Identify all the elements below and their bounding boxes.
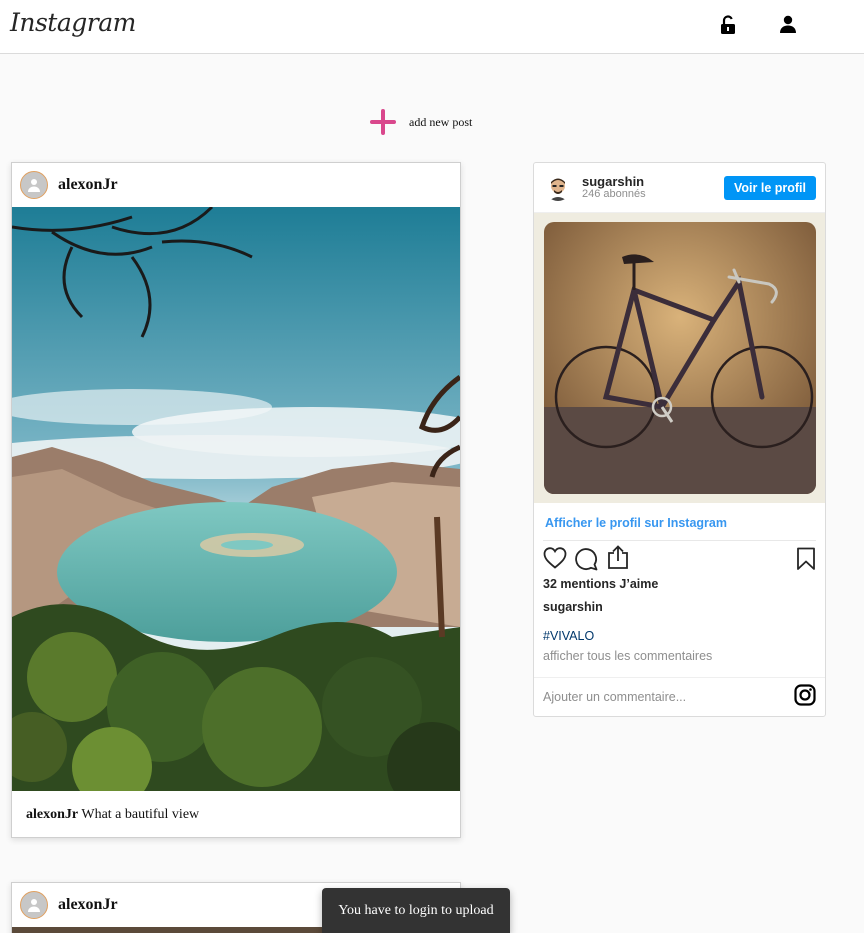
add-new-post-label: add new post: [409, 114, 473, 129]
embed-followers: 246 abonnés: [582, 187, 646, 200]
embed-likes[interactable]: 32 mentions J’aime: [534, 577, 825, 591]
comment-input[interactable]: Ajouter un commentaire...: [543, 690, 794, 704]
post-card: alexonJr: [11, 162, 461, 838]
bookmark-icon[interactable]: [796, 547, 816, 576]
embed-avatar[interactable]: [545, 174, 571, 201]
embed-hashtag[interactable]: #VIVALO: [534, 614, 825, 643]
instagram-glyph-icon[interactable]: [794, 683, 816, 711]
avatar[interactable]: [20, 891, 48, 919]
embed-media[interactable]: [534, 213, 825, 503]
view-all-comments-link[interactable]: afficher tous les commentaires: [534, 643, 825, 663]
view-profile-button[interactable]: Voir le profil: [724, 175, 816, 200]
view-on-instagram-link[interactable]: Afficher le profil sur Instagram: [534, 503, 825, 530]
post-caption: alexonJr What a bautiful view: [12, 791, 460, 839]
unlock-icon[interactable]: [720, 15, 740, 37]
plus-icon[interactable]: [369, 108, 397, 136]
caption-text: What a bautiful view: [81, 807, 200, 822]
login-required-toast: You have to login to upload: [322, 888, 510, 933]
post-image[interactable]: [12, 207, 460, 791]
post-username[interactable]: alexonJr: [58, 896, 118, 914]
default-avatar-icon: [28, 899, 40, 912]
user-icon[interactable]: [780, 15, 800, 37]
embed-actions: [534, 541, 825, 577]
embed-header: sugarshin 246 abonnés Voir le profil: [534, 163, 825, 213]
share-icon[interactable]: [607, 545, 629, 574]
bicycle-photo: [543, 222, 816, 494]
embed-footer: Ajouter un commentaire...: [534, 677, 825, 716]
embed-username[interactable]: sugarshin: [582, 175, 724, 188]
caption-username[interactable]: alexonJr: [26, 807, 78, 822]
post-header: alexonJr: [12, 163, 460, 207]
comment-icon[interactable]: [574, 547, 598, 576]
heart-icon[interactable]: [543, 547, 567, 574]
avatar[interactable]: [20, 171, 48, 199]
top-header: Instagram: [0, 0, 864, 54]
default-avatar-icon: [28, 179, 40, 192]
post-username[interactable]: alexonJr: [58, 176, 118, 194]
instagram-logo[interactable]: Instagram: [10, 8, 136, 37]
embed-owner[interactable]: sugarshin: [534, 591, 825, 614]
add-new-post-button[interactable]: add new post: [369, 108, 472, 136]
instagram-embed: sugarshin 246 abonnés Voir le profil Aff…: [533, 162, 826, 717]
